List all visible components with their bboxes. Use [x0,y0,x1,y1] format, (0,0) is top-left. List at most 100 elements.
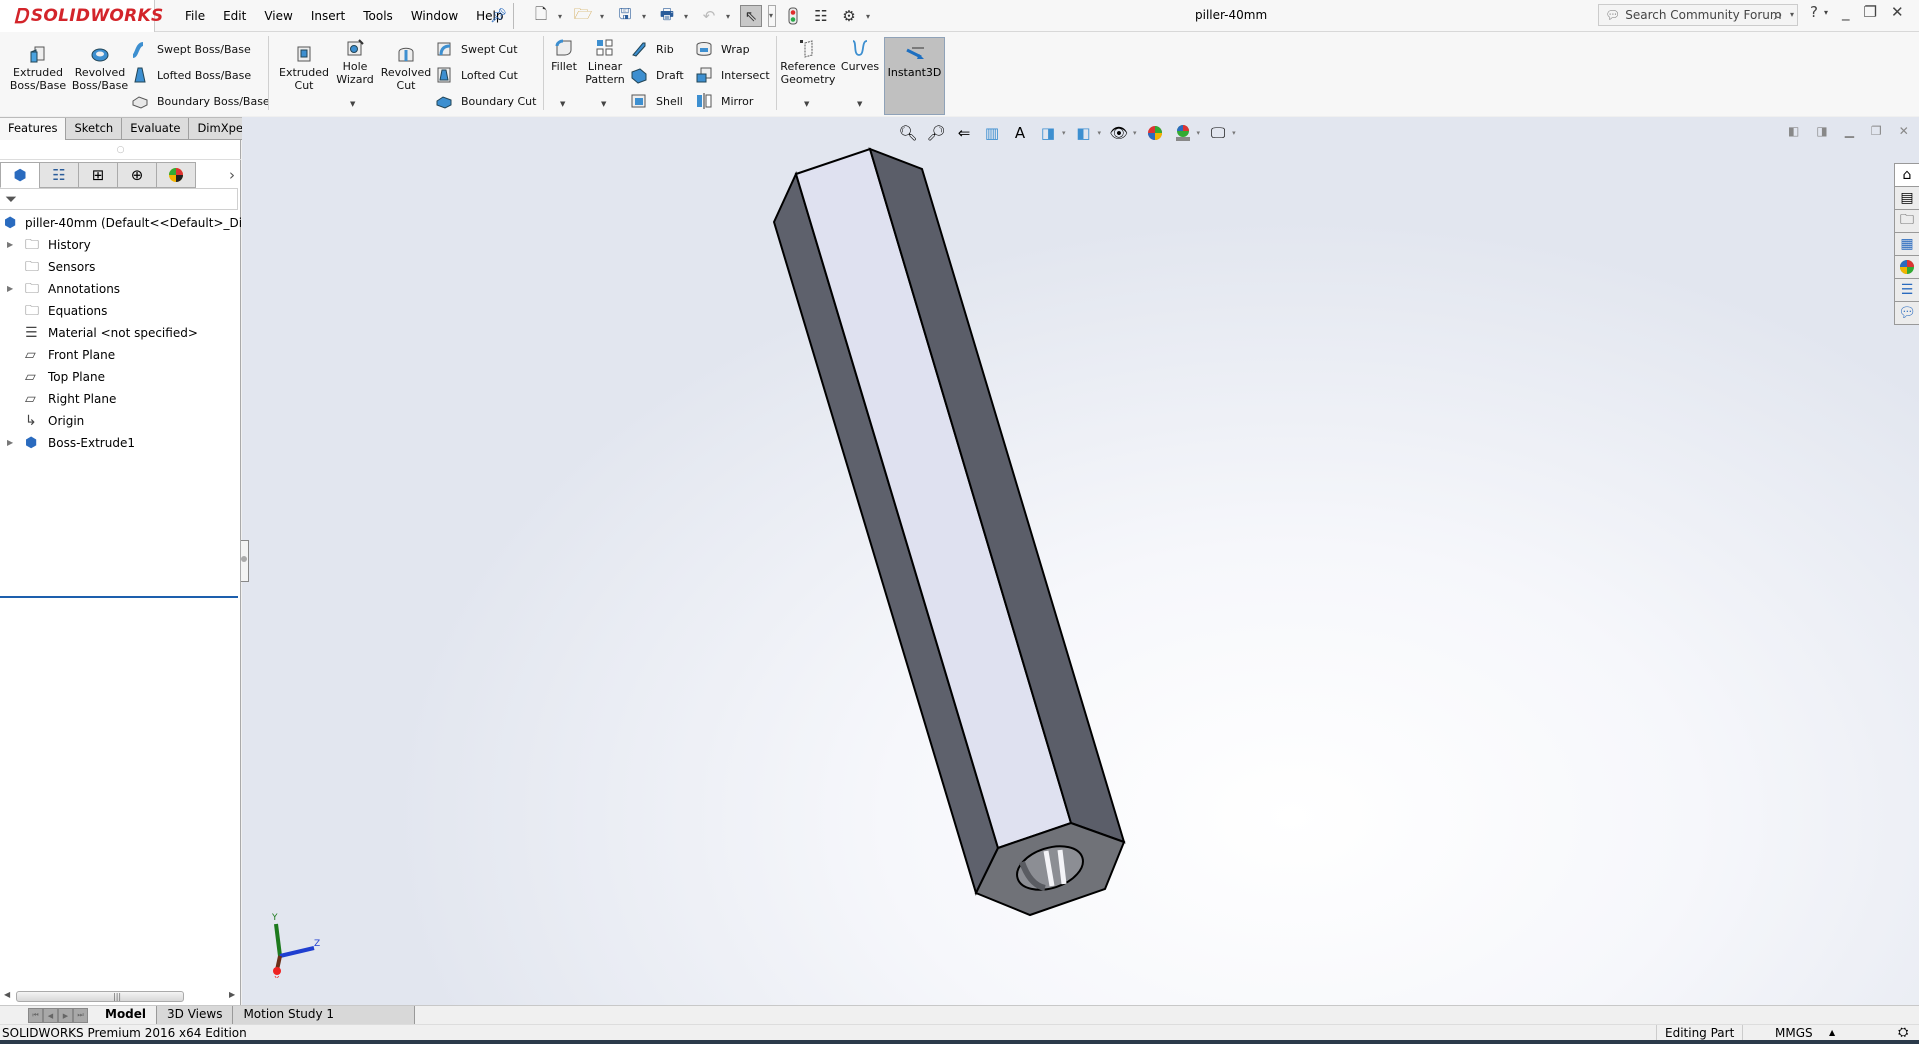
tab-motion-study-1[interactable]: Motion Study 1 [232,1006,416,1025]
gear-icon[interactable]: ⚙ [838,5,860,27]
select-dropdown[interactable]: ▾ [768,5,776,27]
solidworks-logo[interactable]: Ꭰ SOLIDWORKS [0,0,163,32]
curves-button[interactable]: Curves [840,38,880,73]
curves-dropdown[interactable]: ▼ [857,100,862,108]
scroll-right-arrow[interactable]: ▶ [229,990,235,999]
lofted-cut-button[interactable]: Lofted Cut [435,66,518,84]
menu-insert[interactable]: Insert [302,9,354,23]
hide-show-items-icon[interactable]: 👁︎ [1109,123,1129,143]
next-tab-button[interactable]: ▶ [58,1008,73,1023]
featuremanager-tree-icon[interactable]: ⬢ [0,162,40,188]
tree-node-front-plane[interactable]: ▱ Front Plane [0,344,241,366]
rollback-bar[interactable] [0,596,238,598]
linear-pattern-dropdown[interactable]: ▼ [601,100,606,108]
tree-horizontal-scrollbar[interactable]: ◀ ||| ▶ [0,988,241,1005]
solidworks-forum-icon[interactable]: 💬︎ [1894,301,1919,325]
tab-features[interactable]: Features [0,118,67,140]
panel-collapse-handle[interactable] [241,540,249,582]
file-explorer-folder-icon[interactable]: 🗀 [1894,209,1919,233]
close-icon[interactable]: ✕ [1891,3,1904,21]
scroll-thumb[interactable]: ||| [16,991,184,1002]
dynamic-annotation-views-icon[interactable]: A [1010,123,1030,143]
tab-evaluate[interactable]: Evaluate [121,118,190,140]
extruded-boss-button[interactable]: Extruded Boss/Base [9,44,67,92]
lofted-boss-button[interactable]: Lofted Boss/Base [131,66,251,84]
print-dropdown[interactable]: ▾ [684,12,692,21]
hide-show-dropdown[interactable]: ▾ [1133,129,1137,137]
first-tab-button[interactable]: ⏮ [28,1008,43,1023]
options-dropdown[interactable]: ▾ [866,12,874,21]
solidworks-resources-home-icon[interactable]: ⌂ [1894,163,1919,187]
rebuild-traffic-light-icon[interactable] [782,5,804,27]
draft-button[interactable]: Draft [630,66,684,84]
wrap-button[interactable]: Wrap [695,40,750,58]
unit-system-dropdown-icon[interactable]: ▲ [1829,1025,1835,1041]
swept-cut-button[interactable]: Swept Cut [435,40,518,58]
viewport-restore-icon[interactable]: ❐ [1871,124,1882,138]
search-community-forum[interactable]: 💬︎ Search Community Forum ⌕ ▾ [1598,4,1798,26]
hole-wizard-dropdown[interactable]: ▼ [350,100,355,108]
rib-button[interactable]: Rib [630,40,674,58]
tree-node-boss-extrude1[interactable]: ▶ ⬢ Boss-Extrude1 [0,432,241,454]
scroll-left-arrow[interactable]: ◀ [4,990,10,999]
view-orientation-dropdown[interactable]: ▾ [1062,129,1066,137]
expand-arrow-icon[interactable]: ▶ [7,432,13,454]
menu-edit[interactable]: Edit [214,9,255,23]
view-settings-dropdown[interactable]: ▾ [1232,129,1236,137]
previous-view-icon[interactable]: ⇐ [954,123,974,143]
tree-node-history[interactable]: ▶ 🗀 History [0,234,241,256]
menu-file[interactable]: File [176,9,214,23]
linear-pattern-button[interactable]: Linear Pattern [583,38,627,86]
menu-window[interactable]: Window [402,9,467,23]
undo-icon[interactable]: ↶ [698,5,720,27]
viewport-close-icon[interactable]: ✕ [1899,124,1909,138]
file-properties-icon[interactable]: ☷ [810,5,832,27]
open-dropdown[interactable]: ▾ [600,12,608,21]
tree-node-top-plane[interactable]: ▱ Top Plane [0,366,241,388]
display-style-dropdown[interactable]: ▾ [1098,129,1102,137]
expand-arrow-icon[interactable]: ▶ [7,278,13,300]
expand-arrow-icon[interactable]: ▶ [7,234,13,256]
new-document-icon[interactable]: 🗋 [530,5,552,27]
displaymanager-icon[interactable] [156,162,196,188]
shell-button[interactable]: Shell [630,92,683,110]
instant3d-button[interactable]: Instant3D [884,37,945,115]
graphics-area[interactable] [242,117,1919,1005]
menu-tools[interactable]: Tools [354,9,402,23]
display-style-icon[interactable]: ◧ [1074,123,1094,143]
fillet-dropdown[interactable]: ▼ [560,100,565,108]
restore-icon[interactable]: ❐ [1863,3,1876,21]
extruded-cut-button[interactable]: Extruded Cut [277,44,331,92]
search-dropdown-icon[interactable]: ▾ [1790,10,1794,19]
pin-menu-icon[interactable]: 📌︎ [490,8,508,24]
zoom-to-fit-icon[interactable]: 🔍︎ [898,123,918,143]
swept-boss-button[interactable]: Swept Boss/Base [131,40,251,58]
design-library-icon[interactable]: ▤ [1894,186,1919,210]
reference-geometry-dropdown[interactable]: ▼ [804,100,809,108]
hex-standoff-model[interactable] [242,117,1919,1005]
edit-appearance-icon[interactable] [1145,123,1165,143]
rebuild-status-icon[interactable]: ⛭ [1898,1025,1908,1041]
tab-3d-views[interactable]: 3D Views [156,1006,234,1025]
propertymanager-icon[interactable]: ☷ [39,162,79,188]
save-icon[interactable]: 🖫 [614,5,636,27]
tab-sketch[interactable]: Sketch [65,118,123,140]
tree-node-material-not-specified[interactable]: ☰ Material <not specified> [0,322,241,344]
dimxpertmanager-icon[interactable]: ⊕ [117,162,157,188]
previous-viewport-icon[interactable]: ◧ [1788,124,1799,138]
search-icon[interactable]: ⌕ [1773,5,1783,25]
view-settings-icon[interactable]: 🖵 [1208,123,1228,143]
zoom-to-area-icon[interactable]: 🔎︎ [926,123,946,143]
menu-view[interactable]: View [255,9,301,23]
prev-tab-button[interactable]: ◀ [43,1008,58,1023]
view-palette-icon[interactable]: ▦ [1894,232,1919,256]
last-tab-button[interactable]: ⏭ [73,1008,88,1023]
tree-node-right-plane[interactable]: ▱ Right Plane [0,388,241,410]
print-icon[interactable]: 🖶 [656,5,678,27]
tree-node-equations[interactable]: 🗀 Equations [0,300,241,322]
boundary-boss-button[interactable]: Boundary Boss/Base [131,92,270,110]
appearances-scenes-icon[interactable] [1894,255,1919,279]
fillet-button[interactable]: Fillet [548,38,580,73]
revolved-boss-button[interactable]: Revolved Boss/Base [70,44,130,92]
mirror-button[interactable]: Mirror [695,92,753,110]
